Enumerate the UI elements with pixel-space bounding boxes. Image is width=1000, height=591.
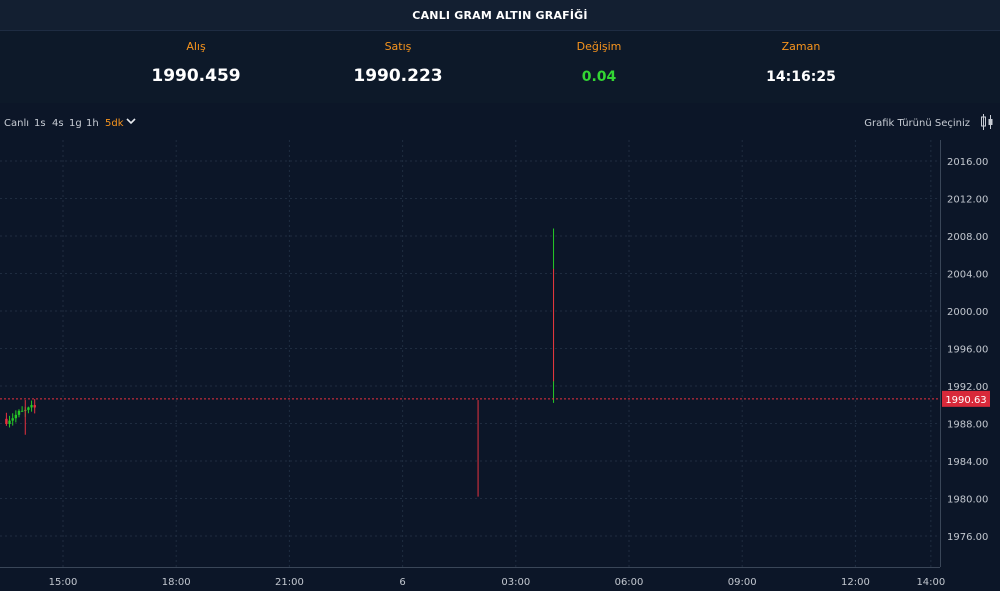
x-tick-label: 6 [399, 577, 405, 588]
y-tick-label: 1976.00 [947, 532, 988, 543]
price-stats-panel: Alış 1990.459 Satış 1990.223 Değişim 0.0… [0, 31, 1000, 103]
y-tick-label: 1996.00 [947, 345, 988, 356]
timeframe-1s[interactable]: 1s [34, 118, 46, 129]
timeframe-live[interactable]: Canlı [4, 118, 29, 129]
chart-toolbar: Canlı 1s 4s 1g 1h 5dk Grafik Türünü Seçi… [0, 112, 1000, 136]
candle-body [17, 410, 21, 415]
candle-body [33, 405, 36, 408]
timeframe-4s[interactable]: 4s [52, 118, 64, 129]
x-tick-label: 14:00 [916, 577, 945, 588]
chart-type-selector[interactable]: Grafik Türünü Seçiniz [864, 118, 970, 129]
timeframe-1h[interactable]: 1h [86, 118, 99, 129]
x-tick-label: 18:00 [162, 577, 191, 588]
candle-body [14, 414, 18, 419]
timeframe-1g[interactable]: 1g [69, 118, 82, 129]
chevron-down-icon[interactable] [126, 116, 136, 129]
y-tick-label: 2012.00 [947, 195, 988, 206]
stat-buy-value: 1990.459 [151, 66, 241, 86]
x-tick-label: 21:00 [275, 577, 304, 588]
y-tick-label: 2008.00 [947, 232, 988, 243]
candle-body [27, 407, 30, 410]
candle-body [20, 410, 24, 412]
x-tick-label: 03:00 [501, 577, 530, 588]
last-price-label: 1990.63 [945, 395, 986, 406]
y-tick-label: 2016.00 [947, 157, 988, 168]
x-tick-label: 06:00 [615, 577, 644, 588]
y-tick-label: 1980.00 [947, 495, 988, 506]
y-tick-label: 1988.00 [947, 420, 988, 431]
candlestick-icon[interactable] [980, 113, 994, 134]
stat-sell-label: Satış [384, 40, 412, 53]
stat-time-label: Zaman [781, 40, 821, 53]
candle-body [8, 420, 11, 424]
candlestick-chart[interactable]: 1976.001980.001984.001988.001992.001996.… [0, 140, 1000, 591]
y-tick-label: 2000.00 [947, 307, 988, 318]
x-tick-label: 15:00 [49, 577, 78, 588]
stat-change-label: Değişim [576, 40, 622, 53]
stat-sell-value: 1990.223 [353, 66, 443, 86]
y-tick-label: 1984.00 [947, 457, 988, 468]
candle-body [5, 418, 8, 424]
stat-time-value: 14:16:25 [766, 69, 836, 85]
candle-body [30, 405, 33, 408]
x-tick-label: 12:00 [841, 577, 870, 588]
chart-title-bar: CANLI GRAM ALTIN GRAFİĞİ [0, 0, 1000, 31]
y-tick-label: 2004.00 [947, 270, 988, 281]
candle-body [11, 418, 14, 421]
stat-change-value: 0.04 [581, 69, 617, 85]
x-tick-label: 09:00 [728, 577, 757, 588]
stat-buy-label: Alış [186, 40, 206, 53]
timeframe-5dk[interactable]: 5dk [105, 118, 124, 129]
page-title: CANLI GRAM ALTIN GRAFİĞİ [412, 8, 588, 22]
